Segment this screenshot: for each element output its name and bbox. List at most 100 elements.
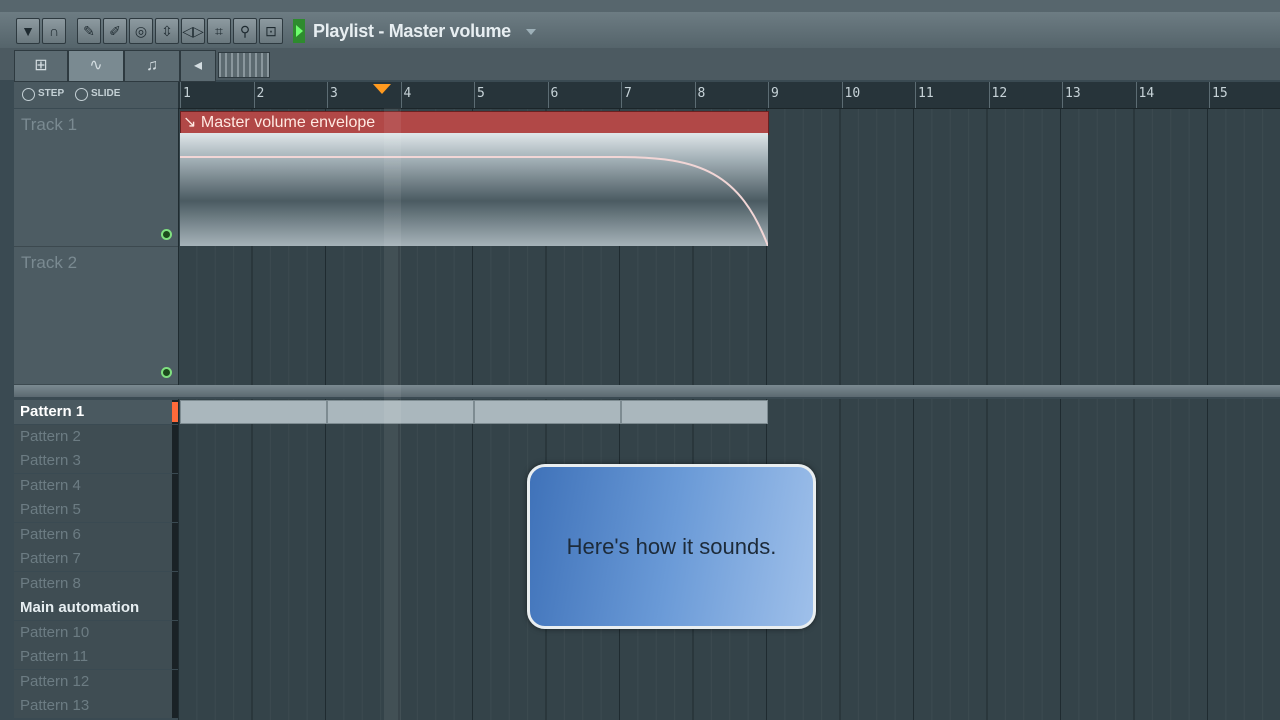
automation-icon: ↘ [183,114,197,131]
slip-icon[interactable]: ⇳ [155,18,179,44]
ruler-tickmark [253,82,255,108]
ruler-tick-label: 12 [991,86,1008,101]
ruler-tickmark [547,82,549,108]
ruler-tick-label: 13 [1065,86,1081,101]
pattern-strip [172,547,178,571]
playhead-marker-icon[interactable] [373,84,391,94]
tab-automation[interactable]: ∿ [68,50,124,82]
ruler-tick-label: 3 [330,86,338,101]
pattern-strip [172,449,178,473]
pattern-strip [172,424,178,449]
pattern-item[interactable]: Pattern 13 [14,694,178,718]
selected-pattern-marker [172,402,178,422]
title-dropdown-icon[interactable] [526,29,536,35]
pattern-strip [172,669,178,694]
ruler-tick-label: 6 [550,86,559,101]
pattern-item[interactable]: Pattern 8 [14,571,178,596]
ruler-tickmark [1135,82,1137,108]
ruler-tickmark [474,82,475,108]
tab-audio[interactable]: ♫ [124,50,180,82]
pattern-item[interactable]: Pattern 7 [14,547,178,571]
tab-patterns[interactable]: ⊞ [14,50,68,82]
ruler-tickmark [841,82,843,108]
pattern-item[interactable]: Pattern 4 [14,473,178,498]
track-name: Track 2 [21,253,78,272]
pattern-block[interactable] [621,400,768,424]
ruler-tickmark [988,82,990,108]
pattern-block[interactable] [474,400,621,424]
menu-arrow-icon[interactable]: ▼ [16,18,40,44]
slide-label: SLIDE [91,88,121,99]
tab-row: ⊞ ∿ ♫ ◂ [0,48,1280,82]
track-header-2[interactable]: Track 2 [14,247,178,385]
play-icon[interactable] [293,19,305,43]
step-radio-icon[interactable] [22,88,35,101]
ruler-tickmark [694,82,696,108]
ruler-tickmark [180,82,181,108]
window-title[interactable]: Playlist - Master volume [313,21,511,42]
panel-divider[interactable] [14,385,1280,397]
pattern-strip [172,694,178,718]
playback-icon[interactable]: ⊡ [259,18,283,44]
track-name: Track 1 [21,115,78,134]
select-icon[interactable]: ⌗ [207,18,231,44]
ruler-tick-label: 1 [183,86,191,101]
ruler-tick-label: 2 [256,86,265,101]
slice-icon[interactable]: ◁▷ [181,18,205,44]
pencil-icon[interactable]: ✎ [77,18,101,44]
options-bar: STEP SLIDE [14,82,178,108]
pattern-item[interactable]: Pattern 5 [14,498,178,522]
current-beat-highlight [384,108,401,720]
automation-clip-label: Master volume envelope [200,114,376,131]
ruler-tick-label: 8 [697,86,706,101]
ruler-tickmark [621,82,622,108]
slide-radio-icon[interactable] [75,88,88,101]
ruler-tick-label: 4 [403,86,412,101]
scroll-handle[interactable] [218,52,270,78]
pattern-item[interactable]: Pattern 2 [14,424,178,449]
mute-icon[interactable]: ◎ [129,18,153,44]
pattern-strip [172,596,178,620]
step-label: STEP [38,88,65,99]
ruler-tickmark [1209,82,1210,108]
ruler-tick-label: 10 [844,86,861,101]
pattern-item[interactable]: Pattern 1 [14,400,178,424]
ruler-tick-label: 5 [477,86,485,101]
pattern-item[interactable]: Main automation [14,596,178,620]
pattern-item[interactable]: Pattern 10 [14,620,178,645]
magnet-icon[interactable]: ∩ [42,18,66,44]
automation-clip-header[interactable]: ↘ Master volume envelope [180,111,769,135]
ruler-tickmark [400,82,402,108]
pattern-strip [172,620,178,645]
ruler-tickmark [915,82,916,108]
pattern-strip [172,522,178,547]
timeline-ruler[interactable]: 1 2 3 4 5 6 7 8 9 10 11 12 13 14 15 [178,82,1280,109]
track-active-icon[interactable] [161,367,172,378]
ruler-tick-label: 14 [1138,86,1155,101]
brush-icon[interactable]: ✐ [103,18,127,44]
pattern-item[interactable]: Pattern 3 [14,449,178,473]
automation-clip-body[interactable] [180,133,768,246]
pattern-strip [172,645,178,669]
ruler-tickmark [1062,82,1063,108]
pattern-strip [172,473,178,498]
pattern-item[interactable]: Pattern 6 [14,522,178,547]
pattern-item[interactable]: Pattern 11 [14,645,178,669]
ruler-tickmark [768,82,769,108]
ruler-tick-label: 7 [624,86,632,101]
pattern-block[interactable] [180,400,327,424]
pattern-item[interactable]: Pattern 12 [14,669,178,694]
ruler-tickmark [327,82,328,108]
track-header-1[interactable]: Track 1 [14,109,178,247]
tooltip-balloon: Here's how it sounds. [527,464,816,629]
ruler-tick-label: 15 [1212,86,1228,101]
track-active-icon[interactable] [161,229,172,240]
pattern-strip [172,498,178,522]
tab-back[interactable]: ◂ [180,50,216,82]
ruler-tick-label: 11 [918,86,934,101]
zoom-icon[interactable]: ⚲ [233,18,257,44]
toolbar: ▼ ∩ ✎ ✐ ◎ ⇳ ◁▷ ⌗ ⚲ ⊡ Playlist - Master volume [0,12,1280,49]
pattern-strip [172,571,178,596]
tooltip-text: Here's how it sounds. [566,534,777,559]
volume-envelope-curve [180,156,768,246]
